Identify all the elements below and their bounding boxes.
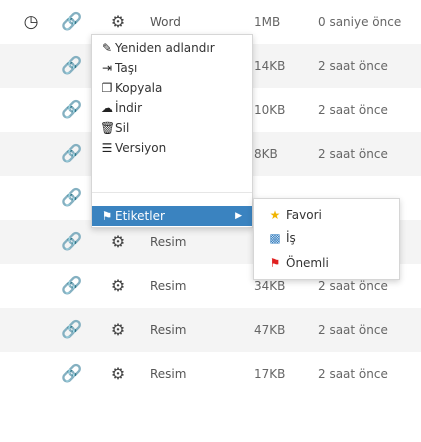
file-date: 2 saat önce [318, 147, 388, 161]
file-date: 2 saat önce [318, 59, 388, 73]
menu-item-label: Sil [115, 121, 130, 135]
copy-icon: ❐ [101, 81, 113, 95]
link-icon[interactable]: 🔗 [60, 132, 84, 176]
clock-icon[interactable]: ◷ [20, 0, 42, 44]
tag-icon: ⚑ [101, 209, 113, 223]
link-icon[interactable]: 🔗 [60, 220, 84, 264]
submenu-item-work[interactable]: ▩ İş [254, 228, 399, 248]
menu-item-label: Taşı [115, 61, 138, 75]
file-size: 14KB [254, 59, 286, 73]
link-icon[interactable]: 🔗 [60, 176, 84, 220]
menu-item-label: Kopyala [115, 81, 163, 95]
menu-item-label: Yeniden adlandır [115, 41, 215, 55]
gears-icon[interactable]: ⚙ [106, 264, 130, 308]
menu-divider [92, 192, 252, 193]
chevron-right-icon: ▶ [235, 211, 242, 221]
link-icon[interactable]: 🔗 [60, 88, 84, 132]
file-date: 2 saat önce [318, 367, 388, 381]
file-name[interactable]: Resim [150, 352, 186, 396]
menu-item-label: Versiyon [115, 141, 167, 155]
tags-submenu: ★ Favori ▩ İş ⚑ Önemli [253, 198, 400, 280]
table-row[interactable]: 🔗 ⚙ Resim 47KB 2 saat önce [0, 308, 421, 352]
star-icon: ★ [269, 208, 281, 222]
gears-icon[interactable]: ⚙ [106, 352, 130, 396]
menu-item-delete[interactable]: 🗑 Sil [92, 119, 252, 138]
link-icon[interactable]: 🔗 [60, 44, 84, 88]
menu-item-rename[interactable]: ✎ Yeniden adlandır [92, 39, 252, 58]
file-size: 47KB [254, 323, 286, 337]
cloud-download-icon: ☁ [101, 101, 113, 115]
link-icon[interactable]: 🔗 [60, 352, 84, 396]
submenu-item-label: Favori [286, 208, 322, 222]
menu-item-label: Etiketler [115, 209, 165, 223]
menu-item-tags[interactable]: ⚑ Etiketler ▶ [92, 206, 252, 226]
submenu-item-label: Önemli [286, 256, 329, 270]
menu-item-version[interactable]: ☰ Versiyon [92, 139, 252, 158]
submenu-item-label: İş [286, 231, 296, 245]
menu-item-download[interactable]: ☁ İndir [92, 99, 252, 118]
menu-item-move[interactable]: ⇥ Taşı [92, 59, 252, 78]
menu-item-label: İndir [115, 101, 143, 115]
submenu-item-important[interactable]: ⚑ Önemli [254, 253, 399, 273]
edit-icon: ✎ [101, 41, 113, 55]
file-size: 17KB [254, 367, 286, 381]
briefcase-icon: ▩ [269, 231, 281, 245]
trash-icon: 🗑 [100, 121, 116, 135]
file-size: 1MB [254, 15, 281, 29]
move-icon: ⇥ [101, 61, 113, 75]
file-date: 0 saniye önce [318, 15, 402, 29]
file-name[interactable]: Resim [150, 308, 186, 352]
link-icon[interactable]: 🔗 [60, 0, 84, 44]
file-date: 2 saat önce [318, 103, 388, 117]
context-menu: ✎ Yeniden adlandır ⇥ Taşı ❐ Kopyala ☁ İn… [91, 34, 253, 228]
file-size: 8KB [254, 147, 278, 161]
file-name[interactable]: Resim [150, 264, 186, 308]
submenu-item-favorite[interactable]: ★ Favori [254, 205, 399, 225]
flag-icon: ⚑ [269, 256, 281, 270]
link-icon[interactable]: 🔗 [60, 308, 84, 352]
table-row[interactable]: 🔗 ⚙ Resim 17KB 2 saat önce [0, 352, 421, 396]
file-date: 2 saat önce [318, 323, 388, 337]
file-size: 10KB [254, 103, 286, 117]
link-icon[interactable]: 🔗 [60, 264, 84, 308]
gears-icon[interactable]: ⚙ [106, 308, 130, 352]
menu-item-copy[interactable]: ❐ Kopyala [92, 79, 252, 98]
list-icon: ☰ [101, 141, 113, 155]
